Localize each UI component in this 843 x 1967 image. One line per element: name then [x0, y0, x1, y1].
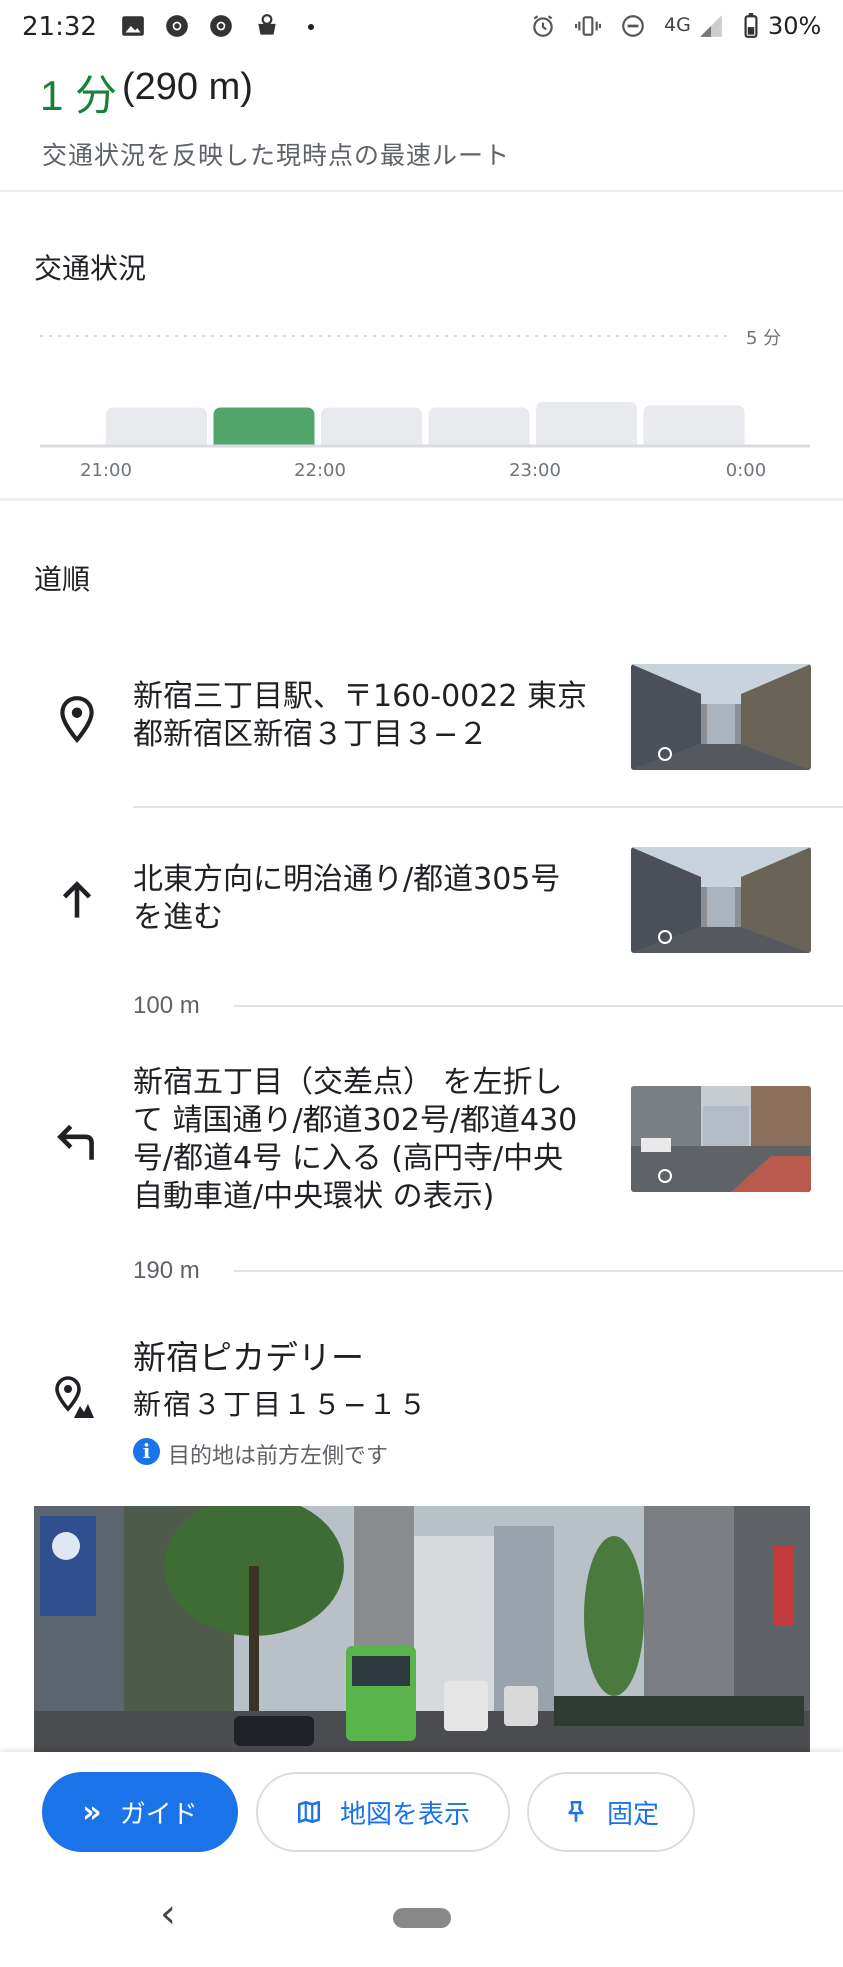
location-pin-icon — [60, 696, 94, 743]
directions-title: 道順 — [34, 563, 91, 596]
arrow-up-icon — [62, 881, 92, 918]
step-text-line: を進む — [133, 900, 223, 935]
step-text-line: 都新宿区新宿３丁目３−２ — [133, 717, 489, 752]
notification-dot — [308, 24, 314, 30]
pin-button[interactable]: 固定 — [527, 1772, 695, 1852]
destination-street-photo[interactable] — [34, 1506, 810, 1754]
battery-icon — [744, 13, 758, 38]
eta-minutes: 1 分 — [40, 72, 118, 119]
x-tick-label: 22:00 — [294, 460, 346, 481]
vibrate-icon — [575, 16, 601, 36]
step-text-line: 自動車道/中央環状 の表示) — [133, 1179, 495, 1214]
pin-label: 固定 — [606, 1799, 659, 1830]
eta-distance: (290 m) — [122, 66, 253, 108]
distance-divider — [234, 1005, 843, 1007]
divider — [0, 498, 843, 501]
traffic-bar — [643, 405, 745, 446]
guide-button-label: ガイド — [119, 1799, 198, 1830]
street-view-thumbnail[interactable] — [631, 1086, 811, 1192]
gallery-icon — [122, 16, 144, 36]
app-icon — [258, 14, 276, 35]
destination-note: 目的地は前方左側です — [168, 1444, 389, 1469]
step-text-line: 新宿五丁目（交差点） を左折し — [133, 1065, 563, 1100]
traffic-bar — [321, 407, 422, 446]
step-text: 新宿三丁目駅、〒160-0022 東京 都新宿区新宿３丁目３−２ — [133, 678, 623, 754]
traffic-bar — [428, 407, 530, 446]
pin-icon — [563, 1799, 589, 1825]
step-divider — [133, 806, 843, 808]
home-pill[interactable] — [393, 1908, 451, 1928]
destination-name: 新宿ピカデリー — [133, 1338, 364, 1377]
alarm-icon — [533, 15, 553, 37]
traffic-chart: 5 分 21:00 22:00 23:00 0:00 — [40, 328, 810, 481]
show-map-button[interactable]: 地図を表示 — [256, 1772, 510, 1852]
step-text-line: 号/都道4号 に入る (高円寺/中央 — [133, 1141, 564, 1176]
reference-label: 5 分 — [746, 328, 781, 349]
step-text-line: て 靖国通り/都道302号/都道430 — [133, 1103, 578, 1138]
step-distance: 100 m — [133, 992, 200, 1019]
route-subtitle: 交通状況を反映した現時点の最速ルート — [42, 141, 511, 170]
destination-pin-icon — [55, 1376, 94, 1418]
chrome-icon — [166, 15, 188, 37]
step-text-line: 新宿三丁目駅、〒160-0022 東京 — [133, 679, 587, 714]
chrome-icon — [210, 15, 232, 37]
step-text-line: 北東方向に明治通り/都道305号 — [133, 862, 561, 897]
show-map-label: 地図を表示 — [339, 1799, 470, 1830]
x-tick-label: 0:00 — [726, 460, 766, 481]
info-icon: i — [133, 1438, 160, 1465]
status-bar: 21:32 4G 30% — [0, 0, 843, 56]
double-chevron-icon: » — [82, 1794, 102, 1830]
traffic-bar — [536, 402, 637, 446]
dnd-icon — [622, 15, 644, 37]
street-view-thumbnail[interactable] — [631, 664, 811, 770]
guide-button[interactable]: » ガイド — [42, 1772, 238, 1852]
turn-left-icon — [57, 1124, 94, 1160]
x-tick-label: 23:00 — [509, 460, 561, 481]
street-view-thumbnail[interactable] — [631, 847, 811, 953]
destination-address: 新宿３丁目１５−１５ — [133, 1388, 429, 1421]
x-tick-label: 21:00 — [80, 460, 132, 481]
status-time: 21:32 — [22, 12, 97, 42]
step-text: 新宿五丁目（交差点） を左折し て 靖国通り/都道302号/都道430 号/都道… — [133, 1064, 623, 1216]
traffic-section-title: 交通状況 — [34, 252, 147, 285]
step-text: 北東方向に明治通り/都道305号 を進む — [133, 861, 623, 937]
network-type: 4G — [664, 14, 691, 36]
traffic-bar — [106, 407, 207, 446]
signal-icon — [700, 15, 722, 37]
distance-divider — [234, 1270, 843, 1272]
traffic-bar-current — [213, 407, 315, 446]
map-icon — [296, 1799, 322, 1825]
battery-level: 30% — [768, 12, 822, 40]
divider — [0, 190, 843, 192]
back-button[interactable]: ‹ — [160, 1891, 176, 1937]
step-distance: 190 m — [133, 1257, 200, 1284]
